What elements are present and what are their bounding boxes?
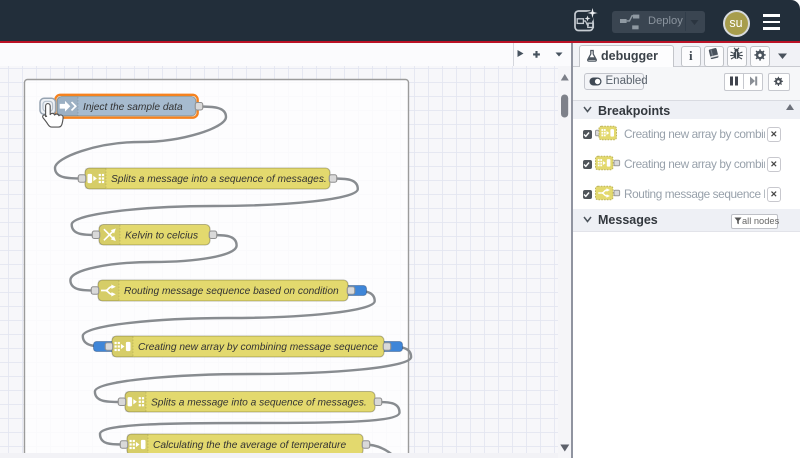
svg-text:Routing message sequence based: Routing message sequence based on condit… xyxy=(124,286,339,297)
svg-text:Splits a message into a sequen: Splits a message into a sequence of mess… xyxy=(151,397,367,408)
svg-text:Kelvin to celcius: Kelvin to celcius xyxy=(125,230,198,241)
svg-text:Creating new array by combinin: Creating new array by combining message … xyxy=(138,342,378,353)
svg-text:Calculating the the average of: Calculating the the average of temperatu… xyxy=(153,440,346,451)
svg-text:Splits a message into a sequen: Splits a message into a sequence of mess… xyxy=(111,174,327,185)
svg-text:Inject the sample data: Inject the sample data xyxy=(83,102,183,113)
